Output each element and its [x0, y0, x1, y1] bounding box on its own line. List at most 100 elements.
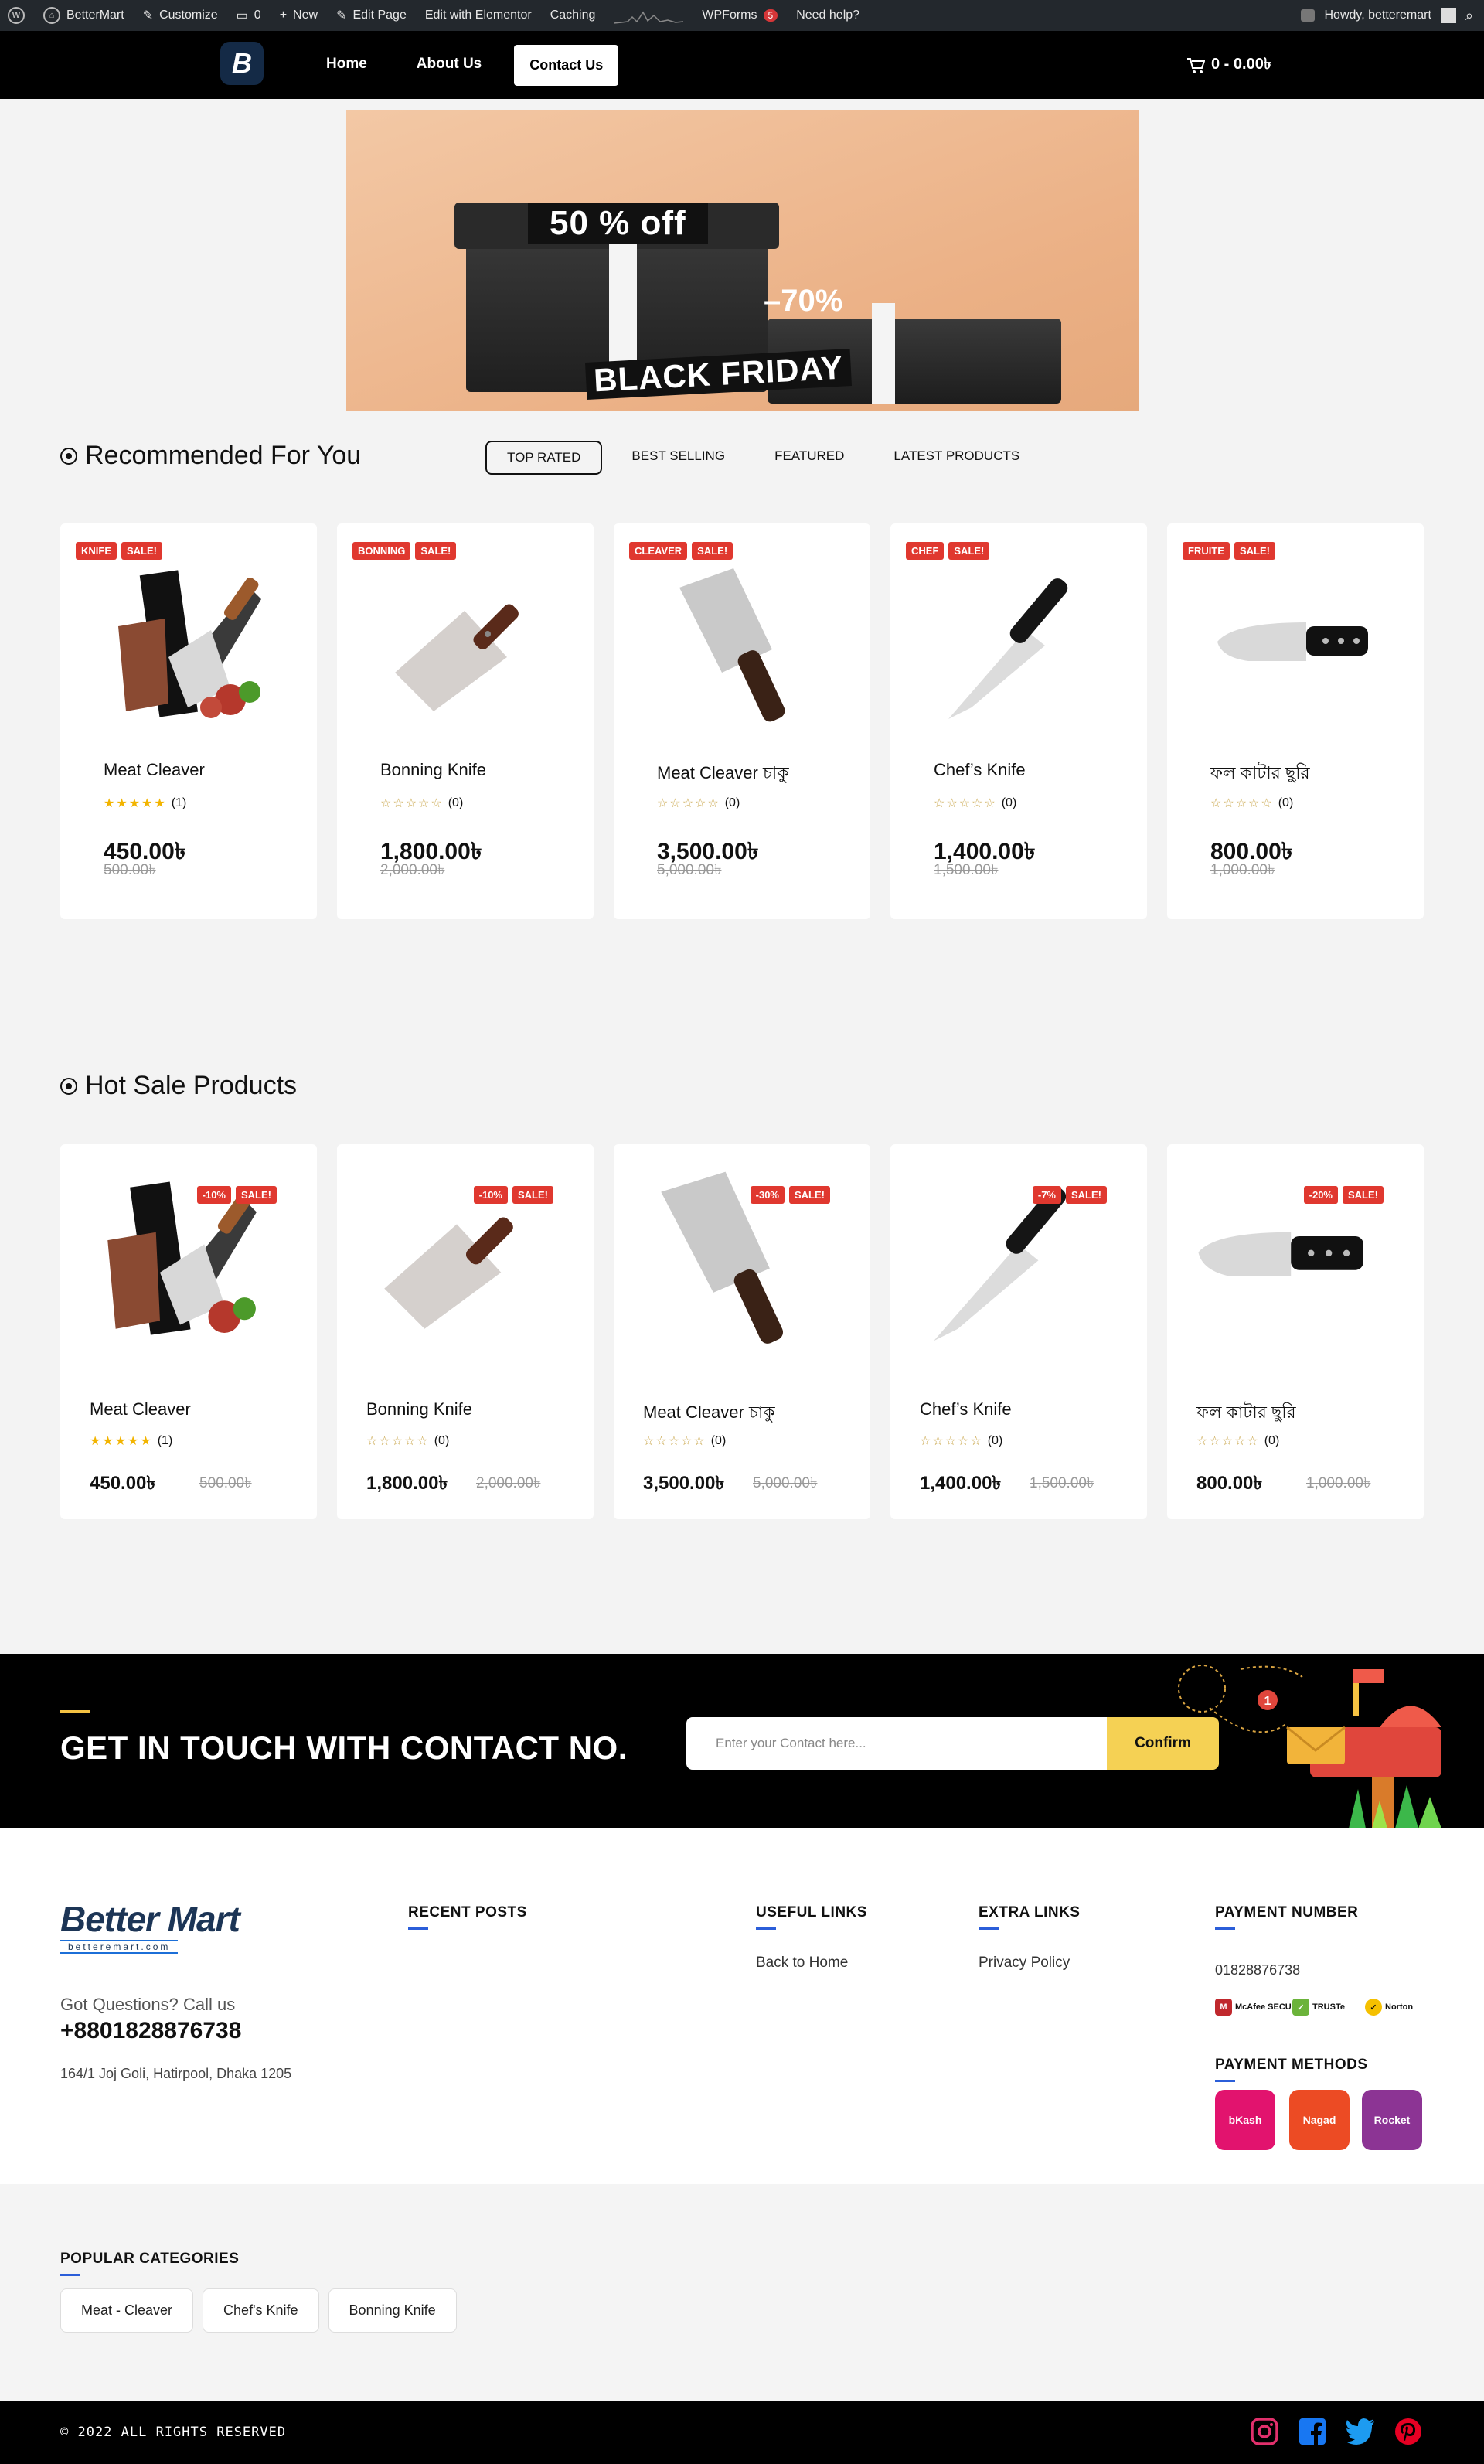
product-name[interactable]: Bonning Knife	[380, 760, 486, 780]
avatar[interactable]	[1440, 8, 1456, 23]
hot-sale-section-title: Hot Sale Products	[60, 1071, 297, 1101]
sale-badge: SALE!	[1343, 1186, 1384, 1204]
admin-help-link[interactable]: Need help?	[796, 9, 859, 22]
contact-input[interactable]: Enter your Contact here...	[686, 1717, 1108, 1770]
product-name[interactable]: ফল কাটার ছুরি	[1210, 760, 1310, 789]
product-card[interactable]: BONNING SALE! Bonning Knife ☆☆☆☆☆ (0) 1,…	[337, 523, 594, 919]
tab-featured[interactable]: FEATURED	[754, 441, 864, 475]
copyright-text: © 2022 ALL RIGHTS RESERVED	[60, 2425, 287, 2440]
site-logo[interactable]: B	[220, 42, 264, 85]
product-card[interactable]: CHEF SALE! Chef’s Knife ☆☆☆☆☆ (0) 1,400.…	[890, 523, 1147, 919]
pinterest-icon[interactable]	[1393, 2416, 1424, 2447]
plus-icon: +	[279, 9, 288, 22]
product-name[interactable]: Chef’s Knife	[920, 1399, 1012, 1419]
nagad-icon[interactable]: Nagad	[1289, 2090, 1350, 2150]
product-old-price: 1,000.00৳	[1306, 1475, 1371, 1491]
main-nav: Home About Us Contact Us	[309, 45, 619, 86]
product-card[interactable]: KNIFE SALE! Meat Cleaver ★★★★★ (1) 450.0…	[60, 523, 317, 919]
admin-new-link[interactable]: + New	[280, 9, 318, 22]
payment-methods-heading: PAYMENT METHODS	[1215, 2057, 1368, 2082]
product-image[interactable]	[645, 553, 838, 731]
product-card[interactable]: -10% SALE! Meat Cleaver ★★★★★ (1) 450.00…	[60, 1144, 317, 1519]
sale-badge: SALE!	[692, 542, 733, 560]
product-card[interactable]: -30% SALE! Meat Cleaver চাকু ☆☆☆☆☆ (0) 3…	[614, 1144, 870, 1519]
product-rating: ☆☆☆☆☆ (0)	[657, 796, 740, 811]
product-badges: -10% SALE!	[473, 1186, 553, 1204]
product-card[interactable]: -20% SALE! ফল কাটার ছুরি ☆☆☆☆☆ (0) 800.0…	[1167, 1144, 1424, 1519]
footer-link-privacy-policy[interactable]: Privacy Policy	[979, 1955, 1070, 1972]
product-old-price: 2,000.00৳	[476, 1475, 541, 1491]
product-image[interactable]	[368, 553, 561, 731]
product-name[interactable]: Bonning Knife	[366, 1399, 472, 1419]
admin-elementor-link[interactable]: Edit with Elementor	[425, 9, 532, 22]
norton-badge: ✓ Norton	[1365, 1999, 1413, 2016]
mailbox-illustration: 1	[1178, 1665, 1441, 1828]
facebook-icon[interactable]	[1297, 2416, 1328, 2447]
bottom-bar: © 2022 ALL RIGHTS RESERVED	[0, 2401, 1484, 2464]
product-badges: BONNING SALE!	[352, 542, 457, 560]
product-name[interactable]: Meat Cleaver চাকু	[643, 1399, 775, 1428]
product-rating: ☆☆☆☆☆ (0)	[934, 796, 1016, 811]
home-icon: ⌂	[43, 7, 60, 24]
sale-badge: SALE!	[1234, 542, 1275, 560]
review-count: (1)	[157, 1434, 173, 1447]
useful-links-heading: USEFUL LINKS	[756, 1904, 867, 1930]
category-chip-meat-cleaver[interactable]: Meat - Cleaver	[60, 2288, 194, 2333]
discount-badge: -10%	[196, 1186, 231, 1204]
notifications-icon[interactable]	[1301, 9, 1316, 22]
category-chip-bonning-knife[interactable]: Bonning Knife	[328, 2288, 457, 2333]
admin-wpforms-link[interactable]: WPForms 5	[702, 9, 778, 22]
wordpress-logo-icon[interactable]: W	[8, 7, 25, 24]
sale-badge: SALE!	[948, 542, 990, 560]
footer-phone[interactable]: +8801828876738	[60, 2018, 241, 2044]
admin-stats-sparkline[interactable]	[614, 6, 684, 25]
product-price: 450.00৳	[90, 1473, 156, 1494]
product-name[interactable]: Meat Cleaver	[104, 760, 205, 780]
nav-about-us[interactable]: About Us	[400, 45, 499, 86]
product-name[interactable]: Meat Cleaver	[90, 1399, 191, 1419]
product-card[interactable]: -7% SALE! Chef’s Knife ☆☆☆☆☆ (0) 1,400.0…	[890, 1144, 1147, 1519]
review-count: (0)	[987, 1434, 1003, 1447]
product-image[interactable]	[1198, 553, 1391, 731]
admin-caching-link[interactable]: Caching	[550, 9, 596, 22]
footer-logo[interactable]: Better Mart betteremart.com	[60, 1898, 240, 1954]
twitter-icon[interactable]	[1345, 2416, 1376, 2447]
search-icon[interactable]: ⌕	[1465, 8, 1473, 24]
admin-comments-link[interactable]: ▭ 0	[237, 8, 261, 23]
tab-top-rated[interactable]: TOP RATED	[485, 441, 603, 475]
cart-link[interactable]: 0 - 0.00৳	[1186, 53, 1271, 78]
product-old-price: 5,000.00৳	[753, 1475, 818, 1491]
product-name[interactable]: Chef’s Knife	[934, 760, 1026, 780]
nav-home[interactable]: Home	[309, 45, 384, 86]
extra-links-heading: EXTRA LINKS	[979, 1904, 1081, 1930]
howdy-user-link[interactable]: Howdy, betteremart	[1324, 9, 1431, 22]
promo-banner[interactable]: 50 % off –70% BLACK FRIDAY	[346, 110, 1139, 411]
admin-site-link[interactable]: ⌂ BetterMart	[43, 7, 124, 24]
instagram-icon[interactable]	[1249, 2416, 1280, 2447]
review-count: (0)	[1001, 796, 1017, 809]
bkash-icon[interactable]: bKash	[1215, 2090, 1275, 2150]
product-card[interactable]: -10% SALE! Bonning Knife ☆☆☆☆☆ (0) 1,800…	[337, 1144, 594, 1519]
footer-link-back-home[interactable]: Back to Home	[756, 1955, 848, 1972]
product-badges: -30% SALE!	[750, 1186, 830, 1204]
nav-contact-us[interactable]: Contact Us	[514, 45, 619, 86]
recommended-section-title: Recommended For You	[60, 441, 361, 471]
brush-icon: ✎	[142, 9, 154, 22]
sale-badge: SALE!	[236, 1186, 277, 1204]
star-rating-icon: ☆☆☆☆☆	[380, 797, 444, 810]
tab-best-selling[interactable]: BEST SELLING	[611, 441, 745, 475]
product-card[interactable]: FRUITE SALE! ফল কাটার ছুরি ☆☆☆☆☆ (0) 800…	[1167, 523, 1424, 919]
contact-title: GET IN TOUCH WITH CONTACT NO.	[60, 1730, 628, 1766]
product-image[interactable]	[921, 553, 1115, 731]
product-card[interactable]: CLEAVER SALE! Meat Cleaver চাকু ☆☆☆☆☆ (0…	[614, 523, 870, 919]
product-name[interactable]: Meat Cleaver চাকু	[657, 760, 789, 789]
product-name[interactable]: ফল কাটার ছুরি	[1196, 1399, 1296, 1428]
tab-latest-products[interactable]: LATEST PRODUCTS	[873, 441, 1040, 475]
product-image[interactable]	[91, 553, 284, 731]
star-rating-icon: ☆☆☆☆☆	[1210, 797, 1274, 810]
admin-customize-link[interactable]: ✎ Customize	[143, 8, 218, 23]
admin-edit-page-link[interactable]: ✎ Edit Page	[336, 8, 407, 23]
review-count: (0)	[434, 1434, 450, 1447]
rocket-icon[interactable]: Rocket	[1362, 2090, 1422, 2150]
category-chip-chefs-knife[interactable]: Chef's Knife	[203, 2288, 319, 2333]
